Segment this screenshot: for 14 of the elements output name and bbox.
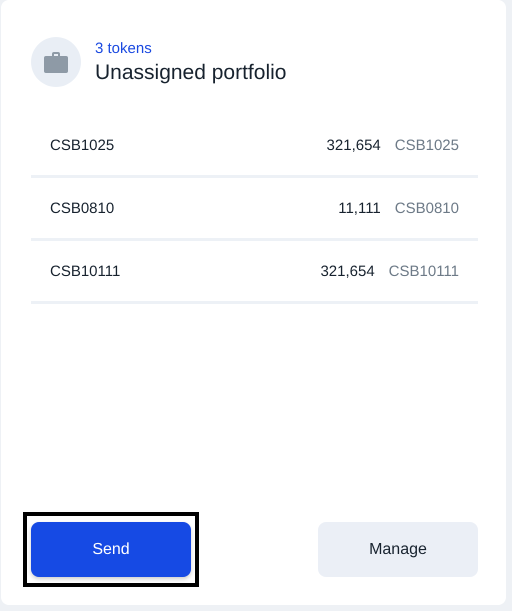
portfolio-title: Unassigned portfolio bbox=[95, 60, 286, 84]
token-amount: 321,654 bbox=[320, 262, 375, 280]
send-button[interactable]: Send bbox=[31, 522, 191, 577]
manage-button[interactable]: Manage bbox=[318, 522, 478, 577]
briefcase-icon bbox=[31, 37, 81, 87]
token-name: CSB0810 bbox=[50, 200, 116, 216]
token-symbol: CSB0810 bbox=[394, 200, 459, 216]
token-name: CSB10111 bbox=[50, 262, 122, 280]
token-name: CSB1025 bbox=[50, 136, 116, 154]
token-symbol: CSB1025 bbox=[394, 136, 459, 154]
token-symbol: CSB10111 bbox=[388, 262, 459, 280]
token-amount: 321,654 bbox=[326, 136, 381, 154]
token-count: 3 tokens bbox=[95, 40, 153, 56]
token-amount: 11,111 bbox=[338, 200, 381, 216]
